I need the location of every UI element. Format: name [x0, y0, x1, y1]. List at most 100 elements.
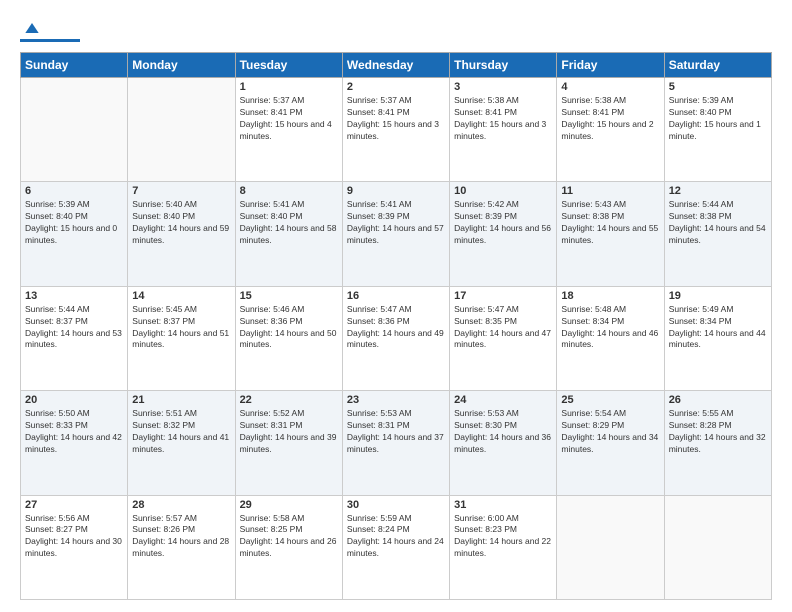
day-info: Sunrise: 5:41 AMSunset: 8:40 PMDaylight:…	[240, 199, 338, 247]
day-info: Sunrise: 5:49 AMSunset: 8:34 PMDaylight:…	[669, 304, 767, 352]
day-info: Sunrise: 5:37 AMSunset: 8:41 PMDaylight:…	[240, 95, 338, 143]
calendar-week-row: 20 Sunrise: 5:50 AMSunset: 8:33 PMDayligh…	[21, 391, 772, 495]
calendar-cell: 30Sunrise: 5:59 AMSunset: 8:24 PMDayligh…	[342, 495, 449, 599]
calendar-cell: 7 Sunrise: 5:40 AMSunset: 8:40 PMDaylight…	[128, 182, 235, 286]
weekday-header-row: SundayMondayTuesdayWednesdayThursdayFrid…	[21, 53, 772, 78]
calendar-cell: 14 Sunrise: 5:45 AMSunset: 8:37 PMDayligh…	[128, 286, 235, 390]
day-info: Sunrise: 5:39 AMSunset: 8:40 PMDaylight:…	[25, 199, 123, 247]
day-number: 10	[454, 185, 552, 197]
day-info: Sunrise: 5:54 AMSunset: 8:29 PMDaylight:…	[561, 408, 659, 456]
calendar-cell	[557, 495, 664, 599]
day-info: Sunrise: 5:41 AMSunset: 8:39 PMDaylight:…	[347, 199, 445, 247]
calendar-cell	[128, 78, 235, 182]
calendar-cell: 22 Sunrise: 5:52 AMSunset: 8:31 PMDayligh…	[235, 391, 342, 495]
day-info: Sunrise: 5:40 AMSunset: 8:40 PMDaylight:…	[132, 199, 230, 247]
weekday-header-sunday: Sunday	[21, 53, 128, 78]
day-info: Sunrise: 5:52 AMSunset: 8:31 PMDaylight:…	[240, 408, 338, 456]
day-number: 15	[240, 290, 338, 302]
day-number: 6	[25, 185, 123, 197]
day-number: 4	[561, 81, 659, 93]
day-info: Sunrise: 5:37 AMSunset: 8:41 PMDaylight:…	[347, 95, 445, 143]
day-info: Sunrise: 5:53 AMSunset: 8:31 PMDaylight:…	[347, 408, 445, 456]
day-info: Sunrise: 5:47 AMSunset: 8:36 PMDaylight:…	[347, 304, 445, 352]
day-number: 23	[347, 394, 445, 406]
calendar-cell: 6 Sunrise: 5:39 AMSunset: 8:40 PMDaylight…	[21, 182, 128, 286]
calendar-cell: 12Sunrise: 5:44 AMSunset: 8:38 PMDayligh…	[664, 182, 771, 286]
calendar-cell: 1 Sunrise: 5:37 AMSunset: 8:41 PMDaylight…	[235, 78, 342, 182]
day-number: 16	[347, 290, 445, 302]
day-number: 1	[240, 81, 338, 93]
weekday-header-monday: Monday	[128, 53, 235, 78]
day-number: 27	[25, 499, 123, 511]
calendar-cell: 18Sunrise: 5:48 AMSunset: 8:34 PMDayligh…	[557, 286, 664, 390]
calendar-cell: 26Sunrise: 5:55 AMSunset: 8:28 PMDayligh…	[664, 391, 771, 495]
calendar-cell: 25Sunrise: 5:54 AMSunset: 8:29 PMDayligh…	[557, 391, 664, 495]
day-number: 9	[347, 185, 445, 197]
day-number: 12	[669, 185, 767, 197]
day-number: 5	[669, 81, 767, 93]
calendar-cell: 20 Sunrise: 5:50 AMSunset: 8:33 PMDayligh…	[21, 391, 128, 495]
logo-icon	[22, 18, 42, 38]
day-number: 21	[132, 394, 230, 406]
calendar-cell: 15 Sunrise: 5:46 AMSunset: 8:36 PMDayligh…	[235, 286, 342, 390]
calendar-week-row: 27 Sunrise: 5:56 AMSunset: 8:27 PMDayligh…	[21, 495, 772, 599]
weekday-header-tuesday: Tuesday	[235, 53, 342, 78]
weekday-header-saturday: Saturday	[664, 53, 771, 78]
weekday-header-friday: Friday	[557, 53, 664, 78]
header	[20, 18, 772, 42]
day-info: Sunrise: 5:43 AMSunset: 8:38 PMDaylight:…	[561, 199, 659, 247]
calendar-cell: 5 Sunrise: 5:39 AMSunset: 8:40 PMDaylight…	[664, 78, 771, 182]
calendar-cell: 3 Sunrise: 5:38 AMSunset: 8:41 PMDaylight…	[450, 78, 557, 182]
day-info: Sunrise: 5:58 AMSunset: 8:25 PMDaylight:…	[240, 513, 338, 561]
day-info: Sunrise: 5:56 AMSunset: 8:27 PMDaylight:…	[25, 513, 123, 561]
day-number: 11	[561, 185, 659, 197]
day-number: 13	[25, 290, 123, 302]
day-info: Sunrise: 5:47 AMSunset: 8:35 PMDaylight:…	[454, 304, 552, 352]
calendar-cell: 24 Sunrise: 5:53 AMSunset: 8:30 PMDayligh…	[450, 391, 557, 495]
day-info: Sunrise: 5:55 AMSunset: 8:28 PMDaylight:…	[669, 408, 767, 456]
day-number: 20	[25, 394, 123, 406]
weekday-header-wednesday: Wednesday	[342, 53, 449, 78]
day-info: Sunrise: 5:44 AMSunset: 8:37 PMDaylight:…	[25, 304, 123, 352]
calendar-week-row: 6 Sunrise: 5:39 AMSunset: 8:40 PMDaylight…	[21, 182, 772, 286]
calendar-cell: 16 Sunrise: 5:47 AMSunset: 8:36 PMDayligh…	[342, 286, 449, 390]
day-number: 22	[240, 394, 338, 406]
day-number: 3	[454, 81, 552, 93]
day-info: Sunrise: 5:59 AMSunset: 8:24 PMDaylight:…	[347, 513, 445, 561]
day-number: 18	[561, 290, 659, 302]
calendar-cell: 10 Sunrise: 5:42 AMSunset: 8:39 PMDayligh…	[450, 182, 557, 286]
calendar-cell: 17 Sunrise: 5:47 AMSunset: 8:35 PMDayligh…	[450, 286, 557, 390]
day-number: 24	[454, 394, 552, 406]
calendar-cell	[21, 78, 128, 182]
day-info: Sunrise: 5:46 AMSunset: 8:36 PMDaylight:…	[240, 304, 338, 352]
calendar-cell: 11 Sunrise: 5:43 AMSunset: 8:38 PMDayligh…	[557, 182, 664, 286]
day-number: 31	[454, 499, 552, 511]
logo	[20, 18, 80, 42]
calendar-table: SundayMondayTuesdayWednesdayThursdayFrid…	[20, 52, 772, 600]
calendar-cell: 21Sunrise: 5:51 AMSunset: 8:32 PMDayligh…	[128, 391, 235, 495]
day-info: Sunrise: 5:50 AMSunset: 8:33 PMDaylight:…	[25, 408, 123, 456]
calendar-cell: 31Sunrise: 6:00 AMSunset: 8:23 PMDayligh…	[450, 495, 557, 599]
day-number: 17	[454, 290, 552, 302]
day-info: Sunrise: 5:38 AMSunset: 8:41 PMDaylight:…	[454, 95, 552, 143]
day-number: 19	[669, 290, 767, 302]
calendar-cell: 27 Sunrise: 5:56 AMSunset: 8:27 PMDayligh…	[21, 495, 128, 599]
day-number: 14	[132, 290, 230, 302]
day-number: 7	[132, 185, 230, 197]
calendar-cell: 4Sunrise: 5:38 AMSunset: 8:41 PMDaylight…	[557, 78, 664, 182]
calendar-cell: 9 Sunrise: 5:41 AMSunset: 8:39 PMDaylight…	[342, 182, 449, 286]
calendar-week-row: 1 Sunrise: 5:37 AMSunset: 8:41 PMDaylight…	[21, 78, 772, 182]
day-info: Sunrise: 5:42 AMSunset: 8:39 PMDaylight:…	[454, 199, 552, 247]
day-info: Sunrise: 5:39 AMSunset: 8:40 PMDaylight:…	[669, 95, 767, 143]
calendar-cell: 8Sunrise: 5:41 AMSunset: 8:40 PMDaylight…	[235, 182, 342, 286]
day-info: Sunrise: 5:53 AMSunset: 8:30 PMDaylight:…	[454, 408, 552, 456]
calendar-cell: 23 Sunrise: 5:53 AMSunset: 8:31 PMDayligh…	[342, 391, 449, 495]
page: SundayMondayTuesdayWednesdayThursdayFrid…	[0, 0, 792, 612]
day-number: 28	[132, 499, 230, 511]
calendar-cell: 2 Sunrise: 5:37 AMSunset: 8:41 PMDaylight…	[342, 78, 449, 182]
day-info: Sunrise: 5:57 AMSunset: 8:26 PMDaylight:…	[132, 513, 230, 561]
weekday-header-thursday: Thursday	[450, 53, 557, 78]
day-number: 2	[347, 81, 445, 93]
calendar-cell: 13 Sunrise: 5:44 AMSunset: 8:37 PMDayligh…	[21, 286, 128, 390]
day-info: Sunrise: 5:45 AMSunset: 8:37 PMDaylight:…	[132, 304, 230, 352]
